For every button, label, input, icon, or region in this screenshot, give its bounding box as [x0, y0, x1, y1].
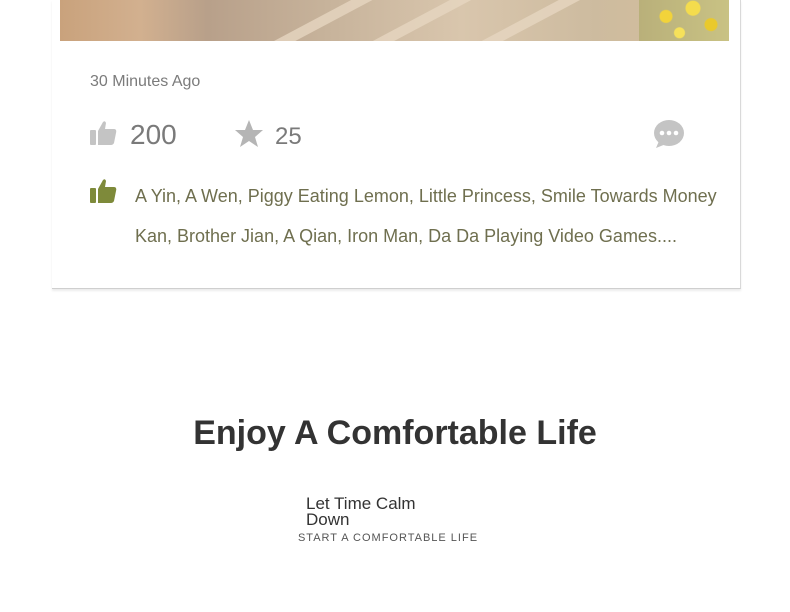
- thumbs-up-icon: [90, 179, 117, 203]
- star-icon[interactable]: [234, 119, 264, 149]
- comment-bubble-icon[interactable]: [653, 119, 685, 149]
- thumbs-up-icon[interactable]: [90, 119, 118, 147]
- section-subtitle: Let Time Calm Down: [306, 494, 416, 529]
- liked-by-list[interactable]: A Yin, A Wen, Piggy Eating Lemon, Little…: [135, 176, 735, 256]
- post-photo[interactable]: [60, 0, 729, 41]
- section-tagline: START A COMFORTABLE LIFE: [297, 532, 479, 544]
- post-timestamp: 30 Minutes Ago: [90, 73, 201, 90]
- post-card: 30 Minutes Ago 200 25 A Yin, A Wen, Pigg…: [52, 0, 741, 289]
- like-count: 200: [130, 119, 177, 150]
- favorite-count: 25: [275, 123, 302, 150]
- section-title: Enjoy A Comfortable Life: [193, 414, 597, 452]
- post-stats: 200 25: [90, 117, 690, 157]
